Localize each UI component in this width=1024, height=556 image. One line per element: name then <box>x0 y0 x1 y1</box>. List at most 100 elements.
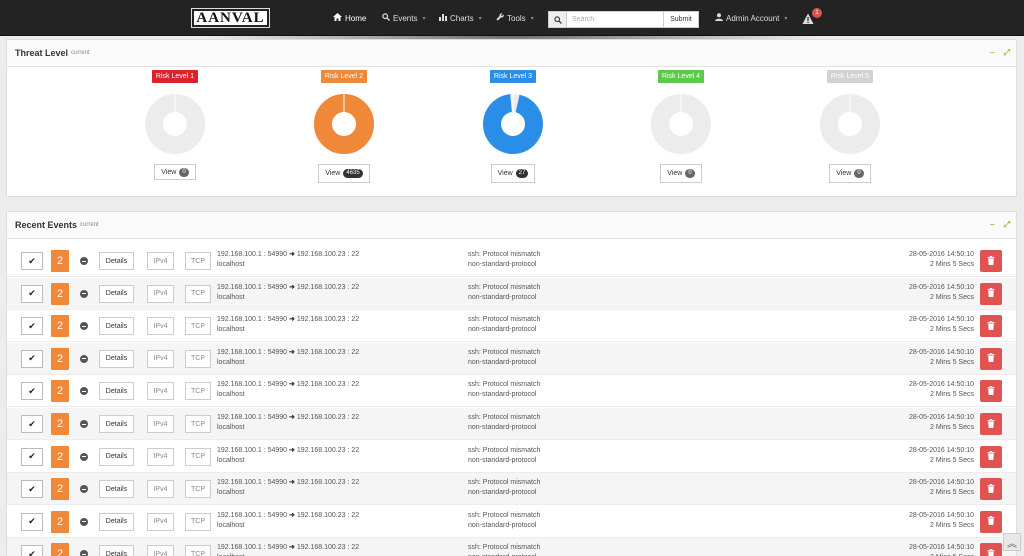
view-button[interactable]: View 0 <box>660 164 702 183</box>
table-row: ✔ 2 Details IPv4 TCP 192.168.100.1 : 54990 ➜ … <box>7 538 1016 556</box>
event-time: 28-05-2016 14:50:102 Mins 5 Secs <box>909 348 974 368</box>
risk-level-badge: 2 <box>51 282 69 305</box>
details-button[interactable]: Details <box>99 415 134 433</box>
acknowledge-button[interactable]: ✔ <box>21 480 43 499</box>
risk-level-badge: 2 <box>51 380 69 403</box>
nav-account[interactable]: Admin Account ▾ <box>715 13 787 23</box>
delete-button[interactable] <box>980 250 1002 272</box>
details-button[interactable]: Details <box>99 252 134 270</box>
acknowledge-button[interactable]: ✔ <box>21 317 43 336</box>
delete-button[interactable] <box>980 413 1002 435</box>
details-button[interactable]: Details <box>99 317 134 336</box>
minus-circle-icon[interactable] <box>80 485 88 494</box>
trash-icon <box>987 385 995 397</box>
minus-circle-icon[interactable] <box>80 420 88 428</box>
delete-button[interactable] <box>980 282 1002 305</box>
minus-circle-icon[interactable] <box>80 387 88 396</box>
risk-level-1: Risk Level 1 View 0 <box>120 70 230 180</box>
view-button[interactable]: View 4635 <box>318 164 370 183</box>
checkmark-icon: ✔ <box>28 516 36 527</box>
delete-button[interactable] <box>980 510 1002 533</box>
search-input[interactable] <box>567 11 664 28</box>
expand-icon[interactable]: ⤢ <box>1004 220 1010 230</box>
protocol-tag: TCP <box>185 545 211 556</box>
brand-logo[interactable]: AANVAL <box>191 8 270 28</box>
signature-name: ssh: Protocol mismatch <box>468 511 541 519</box>
minus-circle-icon[interactable] <box>80 517 88 526</box>
delete-button[interactable] <box>980 347 1002 370</box>
delete-button[interactable] <box>980 445 1002 468</box>
arrow-right-icon: ➜ <box>289 251 295 258</box>
nav-home[interactable]: Home <box>333 13 366 23</box>
minus-circle-icon[interactable] <box>80 257 88 265</box>
acknowledge-button[interactable]: ✔ <box>21 284 43 303</box>
submit-button[interactable]: Submit <box>664 11 699 28</box>
chevron-down-icon: ▾ <box>530 15 534 22</box>
acknowledge-button[interactable]: ✔ <box>21 545 43 556</box>
event-timestamp: 28-05-2016 14:50:10 <box>909 479 974 487</box>
event-time: 28-05-2016 14:50:102 Mins 5 Secs <box>909 543 974 556</box>
delete-button[interactable] <box>980 543 1002 556</box>
event-signature: ssh: Protocol mismatch non-standard-proto… <box>468 511 540 531</box>
trash-icon <box>987 288 995 299</box>
table-row: ✔ 2 Details IPv4 TCP 192.168.100.1 : 54990 ➜ … <box>7 310 1016 343</box>
nav-events[interactable]: Events ▾ <box>382 13 425 23</box>
checkmark-icon: ✔ <box>28 255 36 266</box>
view-button[interactable]: View 0 <box>154 164 196 180</box>
view-label: View <box>325 170 341 177</box>
alerts-button[interactable]: 1 <box>802 8 822 27</box>
scroll-to-top-button[interactable]: ︽ <box>1003 533 1021 551</box>
minus-circle-icon[interactable] <box>80 354 88 363</box>
acknowledge-button[interactable]: ✔ <box>21 415 43 433</box>
arrow-right-icon: ➜ <box>289 446 295 454</box>
view-button[interactable]: View 0 <box>829 164 871 183</box>
details-button[interactable]: Details <box>99 480 134 499</box>
arrow-right-icon: ➜ <box>289 414 295 421</box>
view-button[interactable]: View 27 <box>490 164 536 183</box>
details-button[interactable]: Details <box>99 284 134 303</box>
risk-level-5: Risk Level 5 View 0 <box>795 70 905 183</box>
source-address: 192.168.100.1 : 54990 <box>217 446 288 454</box>
event-age: 2 Mins 5 Secs <box>930 456 974 464</box>
minus-circle-icon[interactable] <box>80 289 88 298</box>
delete-button[interactable] <box>980 315 1002 338</box>
acknowledge-button[interactable]: ✔ <box>21 382 43 401</box>
minus-circle-icon[interactable] <box>80 322 88 331</box>
checkmark-icon: ✔ <box>28 385 36 396</box>
signature-class: non-standard-protocol <box>468 358 537 366</box>
search-icon[interactable] <box>548 11 567 28</box>
view-label: View <box>161 168 177 176</box>
delete-button[interactable] <box>980 380 1002 403</box>
acknowledge-button[interactable]: ✔ <box>21 349 43 368</box>
destination-address: 192.168.100.23 : 22 <box>296 446 360 454</box>
minus-circle-icon[interactable] <box>80 452 88 461</box>
nav-account-label: Admin Account <box>726 13 780 23</box>
event-signature: ssh: Protocol mismatch non-standard-proto… <box>468 283 540 303</box>
arrow-right-icon: ➜ <box>289 544 295 552</box>
delete-button[interactable] <box>980 478 1002 501</box>
risk-level-badge: 2 <box>51 347 69 370</box>
minimize-icon[interactable]: – <box>990 48 994 58</box>
events-panel-header: Recent Events current – ⤢ <box>7 212 1016 239</box>
expand-icon[interactable]: ⤢ <box>1004 48 1010 58</box>
acknowledge-button[interactable]: ✔ <box>21 252 43 270</box>
acknowledge-button[interactable]: ✔ <box>21 512 43 531</box>
details-button[interactable]: Details <box>99 349 134 368</box>
event-signature: ssh: Protocol mismatch non-standard-proto… <box>468 446 540 466</box>
details-button[interactable]: Details <box>99 382 134 401</box>
nav-tools[interactable]: Tools ▾ <box>496 13 534 23</box>
minimize-icon[interactable]: – <box>990 220 994 230</box>
risk-level-label: Risk Level 2 <box>320 70 368 83</box>
acknowledge-button[interactable]: ✔ <box>21 447 43 466</box>
nav-charts[interactable]: Charts ▾ <box>439 13 482 23</box>
trash-icon <box>987 320 995 332</box>
risk-donut-chart <box>145 94 205 154</box>
details-button[interactable]: Details <box>99 447 134 466</box>
details-button[interactable]: Details <box>99 512 134 531</box>
event-timestamp: 28-05-2016 14:50:10 <box>909 316 974 324</box>
source-address: 192.168.100.1 : 54990 <box>217 316 288 324</box>
minus-circle-icon[interactable] <box>80 550 88 556</box>
checkmark-icon: ✔ <box>28 451 36 462</box>
signature-name: ssh: Protocol mismatch <box>468 446 541 454</box>
details-button[interactable]: Details <box>99 545 134 556</box>
